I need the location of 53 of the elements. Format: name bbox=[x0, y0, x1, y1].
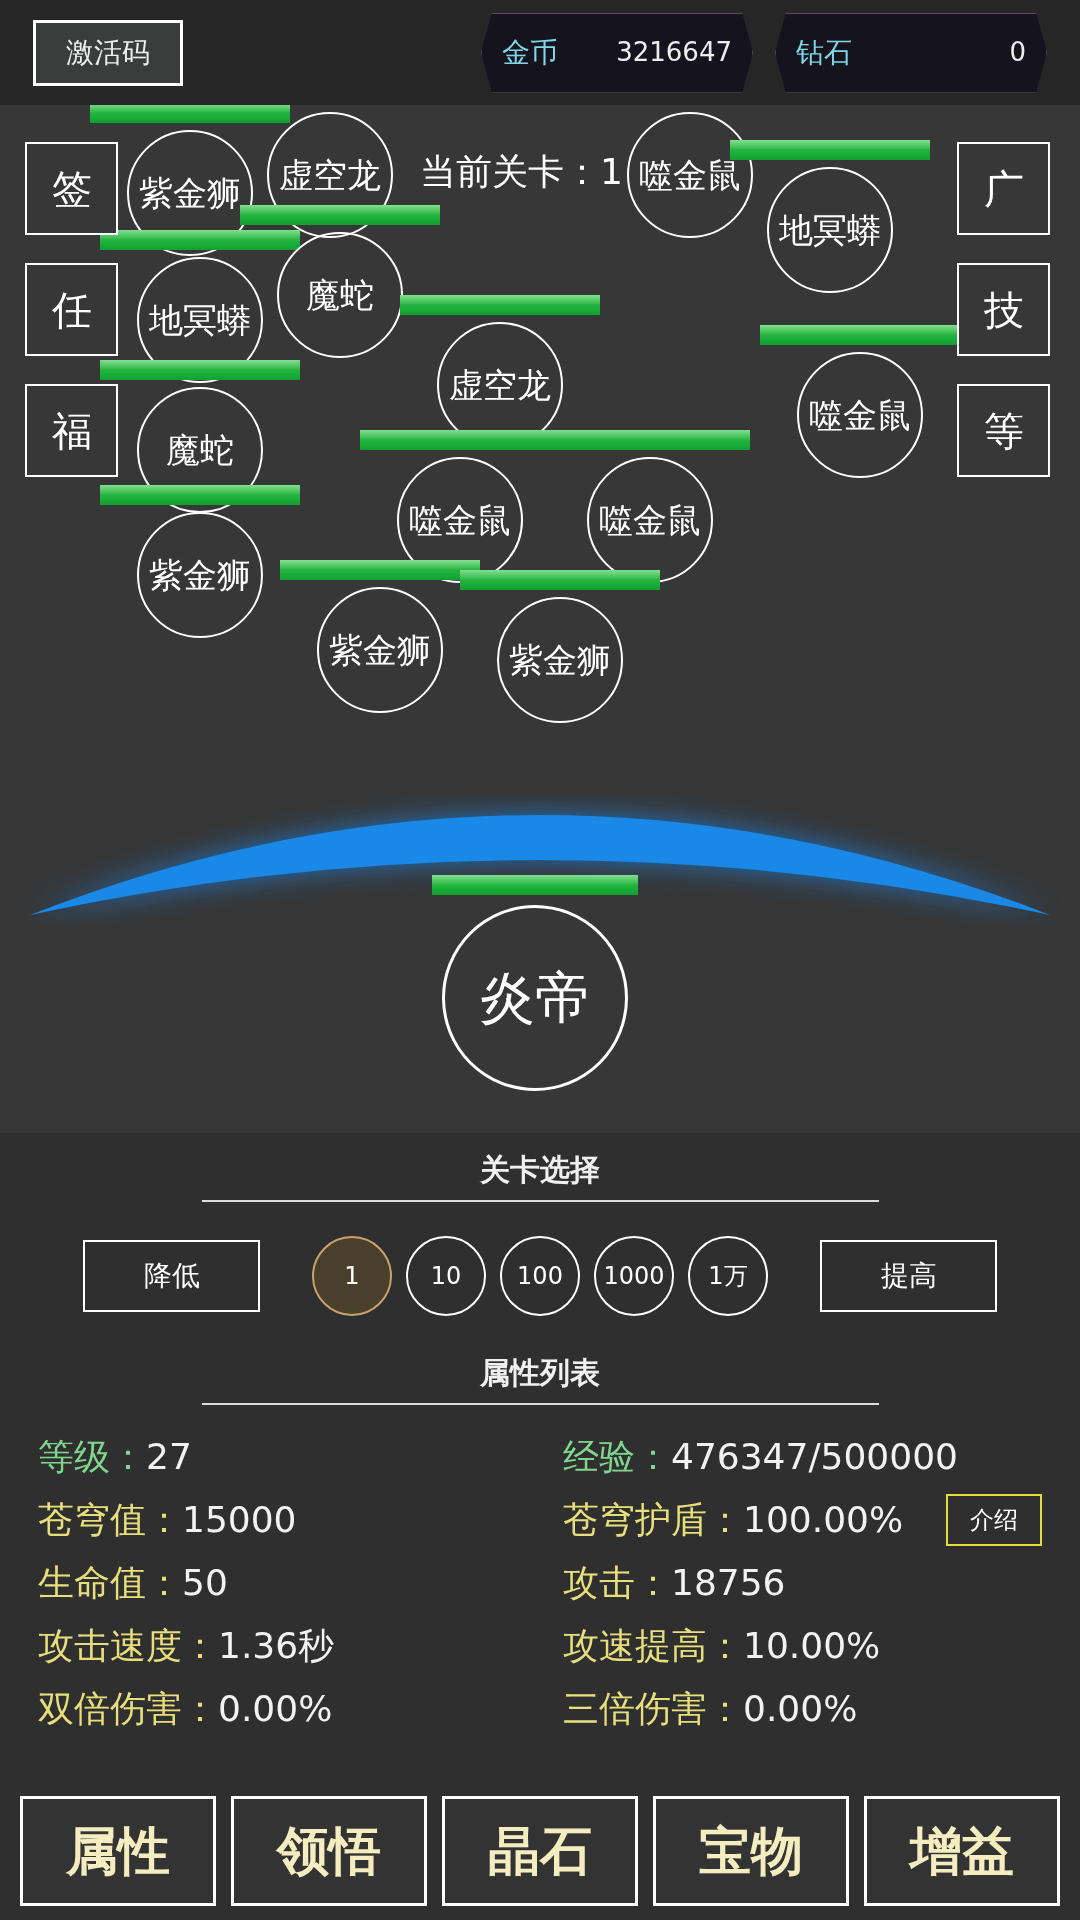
decrease-button[interactable]: 降低 bbox=[83, 1240, 260, 1312]
attribute-label: 苍穹值： bbox=[38, 1497, 182, 1542]
attribute-label: 经验： bbox=[563, 1434, 671, 1479]
enemy-token: 紫金狮 bbox=[137, 512, 263, 638]
attribute-value: 0.00% bbox=[743, 1686, 858, 1731]
attribute-label: 三倍伤害： bbox=[563, 1686, 743, 1731]
step-option[interactable]: 1000 bbox=[594, 1236, 674, 1316]
activation-code-button[interactable]: 激活码 bbox=[33, 19, 183, 86]
hero-token: 炎帝 bbox=[442, 905, 628, 1091]
side-menu-button[interactable]: 等 bbox=[957, 384, 1050, 477]
attribute-label: 攻击速度： bbox=[38, 1623, 218, 1668]
step-option[interactable]: 100 bbox=[500, 1236, 580, 1316]
currency-value: 0 bbox=[1009, 36, 1026, 69]
info-button[interactable]: 介绍 bbox=[946, 1493, 1042, 1546]
side-menu-button[interactable]: 任 bbox=[25, 263, 118, 356]
side-menu-button[interactable]: 广 bbox=[957, 142, 1050, 235]
attribute-value: 0.00% bbox=[218, 1686, 333, 1731]
attribute-value: 18756 bbox=[671, 1560, 786, 1605]
enemy-token: 紫金狮 bbox=[317, 587, 443, 713]
section-title: 关卡选择 bbox=[480, 1151, 600, 1189]
currency-value: 3216647 bbox=[616, 36, 732, 69]
enemy-token: 紫金狮 bbox=[497, 597, 623, 723]
currency-label: 钻石 bbox=[796, 34, 852, 71]
attribute-label: 苍穹护盾： bbox=[563, 1497, 743, 1542]
attribute-label: 攻击： bbox=[563, 1560, 671, 1605]
step-option[interactable]: 1 bbox=[312, 1236, 392, 1316]
side-menu-button[interactable]: 签 bbox=[25, 142, 118, 235]
side-menu-button[interactable]: 技 bbox=[957, 263, 1050, 356]
attribute-label: 生命值： bbox=[38, 1560, 182, 1605]
enemy-token: 地冥蟒 bbox=[767, 167, 893, 293]
attribute-value: 10.00% bbox=[743, 1623, 881, 1668]
attribute-label: 等级： bbox=[38, 1434, 146, 1479]
attribute-value: 27 bbox=[146, 1434, 192, 1479]
bottom-tab[interactable]: 晶石 bbox=[442, 1796, 638, 1906]
step-option[interactable]: 1万 bbox=[688, 1236, 768, 1316]
bottom-tab[interactable]: 属性 bbox=[20, 1796, 216, 1906]
attribute-label: 攻速提高： bbox=[563, 1623, 743, 1668]
attribute-value: 15000 bbox=[182, 1497, 297, 1542]
step-option[interactable]: 10 bbox=[406, 1236, 486, 1316]
bottom-tab[interactable]: 宝物 bbox=[653, 1796, 849, 1906]
bottom-tab[interactable]: 领悟 bbox=[231, 1796, 427, 1906]
bottom-tab[interactable]: 增益 bbox=[864, 1796, 1060, 1906]
attribute-label: 双倍伤害： bbox=[38, 1686, 218, 1731]
currency-label: 金币 bbox=[502, 34, 558, 71]
attribute-value: 100.00% bbox=[743, 1497, 904, 1542]
section-title: 属性列表 bbox=[480, 1354, 600, 1392]
side-menu-button[interactable]: 福 bbox=[25, 384, 118, 477]
attribute-value: 476347/500000 bbox=[671, 1434, 958, 1479]
attribute-value: 50 bbox=[182, 1560, 228, 1605]
current-stage-label: 当前关卡：1 bbox=[420, 150, 623, 194]
attribute-value: 1.36秒 bbox=[218, 1623, 335, 1668]
increase-button[interactable]: 提高 bbox=[820, 1240, 997, 1312]
enemy-token: 噬金鼠 bbox=[797, 352, 923, 478]
